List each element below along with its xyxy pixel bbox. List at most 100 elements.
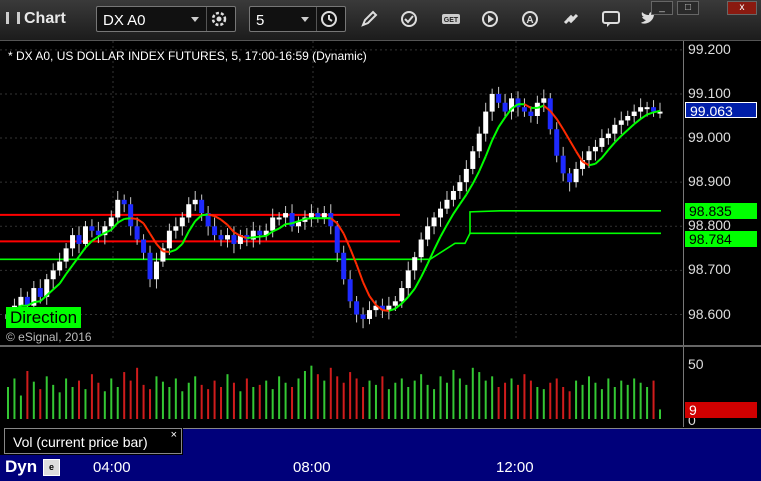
candle (573, 168, 579, 183)
volume-bar (607, 378, 610, 419)
volume-bar (65, 378, 68, 419)
get-button[interactable]: GET (440, 8, 462, 30)
volume-bar (161, 381, 164, 419)
candle (438, 208, 444, 218)
volume-pane-label: Vol (current price bar) (13, 434, 148, 450)
price-tick-label: 99.200 (688, 40, 731, 57)
time-label-0800: 08:00 (293, 459, 331, 476)
moving-average-segment (413, 276, 423, 290)
chat-button[interactable] (600, 8, 622, 30)
chevron-down-icon[interactable] (191, 17, 199, 22)
link-button[interactable] (560, 8, 582, 30)
play-button[interactable] (479, 8, 501, 30)
volume-bar (374, 384, 377, 419)
moving-average-segment (91, 235, 99, 242)
volume-bar (413, 380, 416, 419)
moving-average-segment (640, 113, 648, 120)
volume-bar (562, 387, 565, 419)
green-level-line-upper (469, 210, 661, 234)
symbol-value: DX A0 (103, 12, 146, 29)
close-button[interactable]: x (727, 1, 757, 15)
volume-bar (549, 382, 552, 419)
volume-tick-50: 50 (688, 356, 704, 372)
candle (199, 199, 205, 214)
svg-text:A: A (526, 15, 533, 26)
candle (567, 173, 573, 183)
volume-value-tag: 9 (685, 402, 757, 418)
moving-average-segment (594, 157, 603, 165)
chart-settings-icon[interactable]: e (43, 459, 60, 476)
moving-average-segment (162, 250, 170, 254)
moving-average-segment (169, 248, 177, 253)
minimize-button[interactable]: _ (651, 1, 673, 15)
play-icon (482, 11, 498, 27)
volume-bar (504, 382, 507, 419)
candle (18, 296, 24, 306)
volume-bar (491, 376, 494, 419)
volume-bar (116, 387, 119, 419)
draw-tool-button[interactable] (358, 8, 380, 30)
moving-average-segment (601, 149, 610, 159)
volume-bar (207, 389, 210, 419)
symbol-combo[interactable]: DX A0 (96, 6, 236, 32)
candle (502, 102, 508, 112)
volume-bar (407, 387, 410, 419)
interval-time-button[interactable] (316, 7, 345, 31)
dynamic-mode-label[interactable]: Dyn (5, 457, 37, 477)
candle (560, 155, 566, 174)
moving-average-segment (433, 236, 442, 251)
moving-average-segment (382, 309, 389, 312)
interval-value: 5 (256, 12, 265, 29)
candle (308, 213, 314, 218)
moving-average-segment (58, 273, 67, 285)
candle (115, 199, 121, 218)
volume-bar (19, 395, 22, 419)
volume-bar (142, 384, 145, 419)
volume-bar (400, 378, 403, 419)
volume-bar (200, 384, 203, 419)
candle (631, 111, 637, 116)
candle (218, 235, 224, 240)
candle (89, 226, 95, 231)
candle (50, 270, 56, 280)
volume-bar (652, 380, 655, 419)
symbol-settings-button[interactable] (206, 7, 235, 31)
moving-average-segment (78, 247, 87, 258)
volume-bar (529, 380, 532, 419)
moving-average-segment (285, 222, 293, 226)
moving-average-segment (155, 243, 164, 252)
volume-bar (381, 376, 384, 419)
app-title[interactable]: Chart (6, 10, 66, 28)
close-icon[interactable]: × (171, 429, 177, 441)
maximize-button[interactable]: □ (677, 1, 699, 15)
volume-bar (433, 389, 436, 419)
volume-bar (452, 369, 455, 419)
interval-combo[interactable]: 5 (249, 6, 346, 32)
price-chart[interactable] (0, 41, 683, 341)
refresh-button[interactable] (398, 8, 420, 30)
candle (108, 217, 114, 227)
alert-button[interactable]: A (519, 8, 541, 30)
volume-bar (646, 387, 649, 419)
volume-bar (471, 367, 474, 419)
volume-bar (103, 391, 106, 419)
volume-pane-tab[interactable]: Vol (current price bar) × (4, 428, 182, 454)
volume-bar (510, 378, 513, 419)
chart-description: * DX A0, US DOLLAR INDEX FUTURES, 5, 17:… (8, 49, 367, 63)
volume-bar (368, 380, 371, 419)
candle (231, 235, 237, 244)
price-tick-label: 98.900 (688, 173, 731, 190)
volume-bar (600, 389, 603, 419)
volume-bar (626, 384, 629, 419)
volume-bar (587, 376, 590, 419)
candle (534, 102, 540, 116)
volume-bar (45, 376, 48, 419)
volume-bar (291, 387, 294, 419)
direction-indicator-label[interactable]: Direction (6, 307, 82, 328)
volume-bar (32, 381, 35, 419)
volume-bar (78, 380, 81, 419)
volume-bar (310, 365, 313, 419)
volume-bar (123, 372, 126, 419)
volume-chart[interactable] (0, 347, 683, 427)
chevron-down-icon[interactable] (301, 17, 309, 22)
